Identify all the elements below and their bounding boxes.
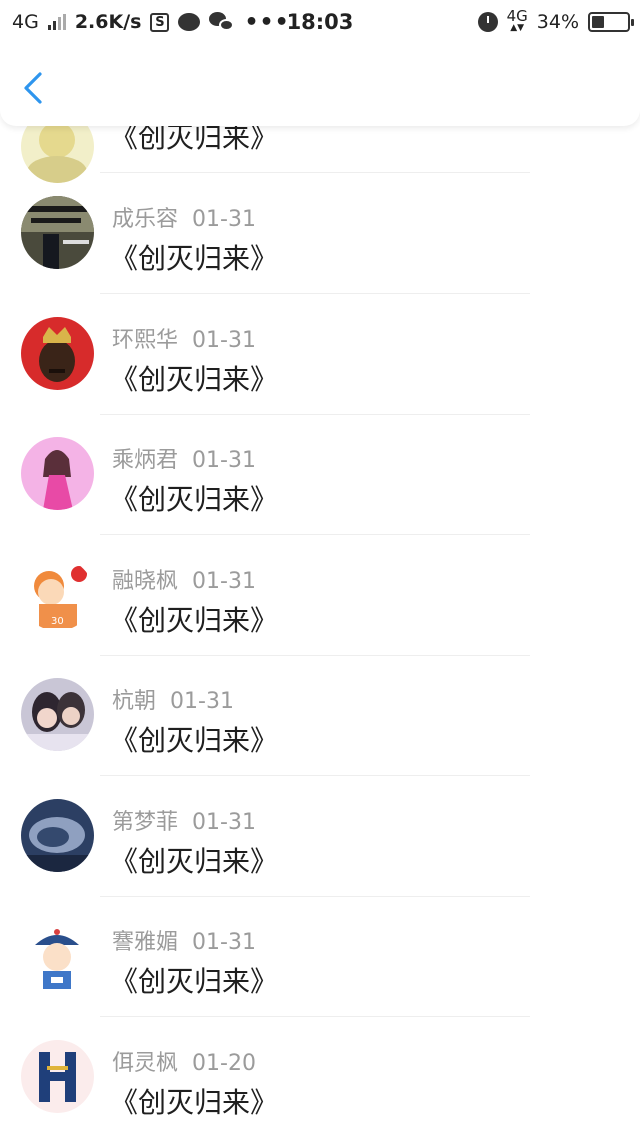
comment-row[interactable]: 30 融晓枫 01-31 《创灭归来》 — [0, 555, 640, 676]
comment-row[interactable]: 第梦菲 01-31 《创灭归来》 — [0, 796, 640, 917]
comment-meta: 第梦菲 01-31 — [112, 804, 256, 836]
comment-meta: 佴灵枫 01-20 — [112, 1045, 256, 1077]
comment-date: 01-31 — [192, 569, 256, 594]
blue-landscape-avatar[interactable] — [21, 799, 94, 872]
comment-date: 01-31 — [192, 328, 256, 353]
comment-text: 《创灭归来》 — [110, 363, 279, 396]
crown-face-avatar[interactable] — [21, 317, 94, 390]
comment-meta: 杭朝 01-31 — [112, 683, 234, 715]
pink-girl-avatar[interactable] — [21, 437, 94, 510]
wechat-icon — [209, 12, 235, 32]
comment-date: 01-31 — [192, 810, 256, 835]
network-speed: 2.6K/s — [74, 11, 142, 33]
qing-official-avatar[interactable] — [21, 919, 94, 992]
comment-row[interactable]: 謇雅媚 01-31 《创灭归来》 — [0, 916, 640, 1037]
more-notifications-icon: ••• — [244, 9, 290, 35]
comment-text: 《创灭归来》 — [110, 965, 279, 998]
battery-icon — [588, 12, 634, 32]
signal-icon — [47, 14, 66, 30]
s-box-icon: S — [150, 12, 170, 32]
cartoon-boy-avatar[interactable]: 30 — [21, 558, 94, 631]
comment-text: 《创灭归来》 — [110, 242, 279, 275]
user-name[interactable]: 杭朝 — [112, 689, 156, 714]
chevron-left-icon — [24, 72, 42, 104]
comment-meta: 謇雅媚 01-31 — [112, 924, 256, 956]
comment-row[interactable]: 乘炳君 01-31 《创灭归来》 — [0, 434, 640, 555]
comment-row[interactable]: 杭朝 01-31 《创灭归来》 — [0, 675, 640, 796]
back-button[interactable] — [18, 68, 52, 108]
divider — [100, 414, 530, 415]
comment-meta: 环熙华 01-31 — [112, 322, 256, 354]
svg-text:30: 30 — [51, 616, 64, 627]
comment-meta: 乘炳君 01-31 — [112, 442, 256, 474]
comment-meta: 成乐容 01-31 — [112, 201, 256, 233]
battery-level — [592, 16, 604, 28]
comment-text: 《创灭归来》 — [110, 724, 279, 757]
divider — [100, 1016, 530, 1017]
comment-row[interactable]: 佴灵枫 01-20 《创灭归来》 — [0, 1037, 640, 1138]
letter-h-avatar[interactable] — [21, 1040, 94, 1113]
comment-text: 《创灭归来》 — [110, 604, 279, 637]
comment-date: 01-31 — [192, 448, 256, 473]
data-network-icon: 4G ▲▼ — [506, 7, 528, 34]
comment-text: 《创灭归来》 — [110, 1086, 279, 1119]
comment-date: 01-31 — [192, 207, 256, 232]
comment-date: 01-31 — [170, 689, 234, 714]
user-name[interactable]: 謇雅媚 — [112, 930, 178, 955]
dark-poster-avatar[interactable] — [21, 196, 94, 269]
divider — [100, 775, 530, 776]
comment-text: 《创灭归来》 — [110, 845, 279, 878]
comment-date: 01-31 — [192, 930, 256, 955]
top-bar — [0, 44, 640, 126]
user-name[interactable]: 佴灵枫 — [112, 1051, 178, 1076]
user-name[interactable]: 乘炳君 — [112, 448, 178, 473]
user-name[interactable]: 融晓枫 — [112, 569, 178, 594]
network-label: 4G — [12, 11, 39, 33]
message-icon — [178, 13, 201, 31]
comment-text: 《创灭归来》 — [110, 483, 279, 516]
comment-row[interactable]: 成乐容 01-31 《创灭归来》 — [0, 193, 640, 314]
comment-row[interactable]: 环熙华 01-31 《创灭归来》 — [0, 314, 640, 435]
divider — [100, 896, 530, 897]
comment-meta: 融晓枫 01-31 — [112, 563, 256, 595]
comment-date: 01-20 — [192, 1051, 256, 1076]
status-bar: 4G 2.6K/s S ••• 18:03 4G ▲▼ 34% — [0, 0, 640, 44]
divider — [100, 534, 530, 535]
user-name[interactable]: 成乐容 — [112, 207, 178, 232]
divider — [100, 655, 530, 656]
user-name[interactable]: 环熙华 — [112, 328, 178, 353]
couple-photo-avatar[interactable] — [21, 678, 94, 751]
divider — [100, 293, 530, 294]
user-name[interactable]: 第梦菲 — [112, 810, 178, 835]
alarm-icon — [477, 12, 498, 32]
battery-percent: 34% — [536, 11, 579, 33]
divider — [100, 172, 530, 173]
